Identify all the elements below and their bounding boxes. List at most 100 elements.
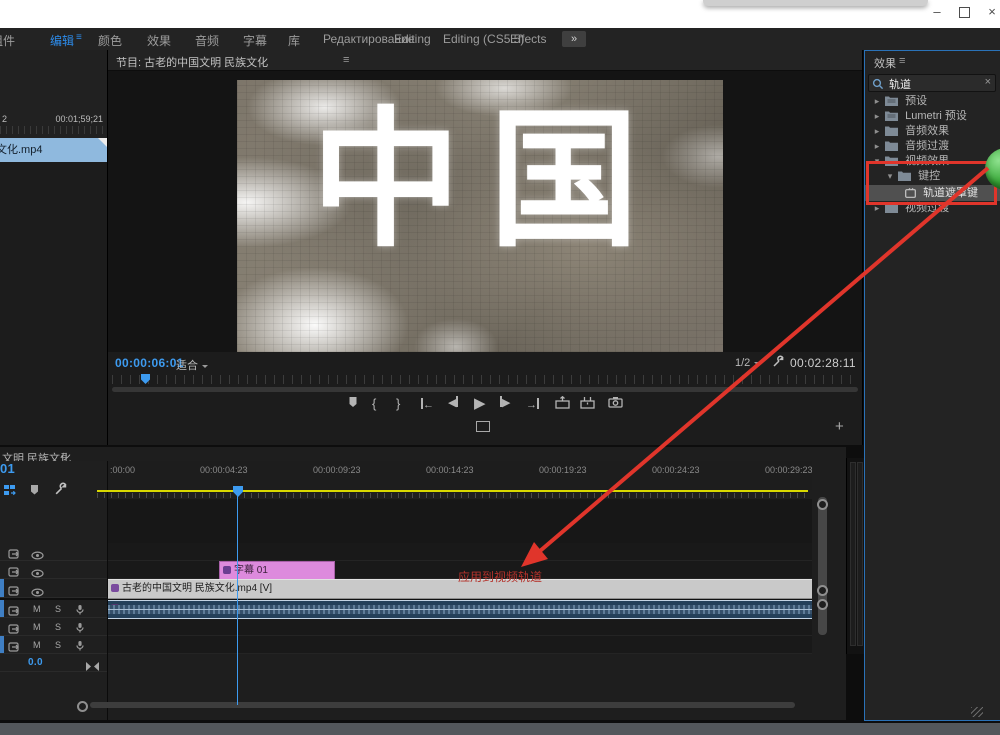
effects-tree-item-lumetri-presets[interactable]: ▸ Lumetri 预设 bbox=[865, 109, 1000, 124]
clear-search-icon[interactable]: × bbox=[985, 76, 991, 88]
hscroll-left-handle[interactable] bbox=[77, 701, 88, 712]
target-indicator-a1[interactable] bbox=[0, 600, 4, 617]
audio-master-level: 0.0 bbox=[28, 657, 43, 668]
close-button[interactable]: × bbox=[981, 3, 1000, 21]
step-forward-button[interactable]: ▶ bbox=[500, 396, 510, 409]
project-list-empty bbox=[0, 162, 107, 445]
chevron-down-icon bbox=[754, 362, 760, 368]
workspace-tab-editing-en[interactable]: Editing bbox=[394, 32, 431, 46]
add-button[interactable]: + bbox=[835, 418, 844, 435]
clip-audio-a1[interactable] bbox=[108, 600, 812, 619]
track-lane-a3[interactable] bbox=[108, 636, 812, 654]
minimize-button[interactable]: – bbox=[926, 3, 948, 21]
expander-icon[interactable]: ▸ bbox=[872, 94, 882, 109]
ruler-label: 00:00:24:23 bbox=[652, 465, 700, 475]
mark-out-button[interactable]: } bbox=[396, 396, 400, 411]
target-indicator-a3[interactable] bbox=[0, 636, 4, 653]
workspace-tab-effects[interactable]: 效果 bbox=[147, 32, 171, 49]
vertical-scrollbar[interactable] bbox=[818, 497, 827, 635]
ruler-label: 00:00:19:23 bbox=[539, 465, 587, 475]
workspace-tab-effects-en[interactable]: Effects bbox=[510, 32, 546, 46]
ruler-label: 00:00:04:23 bbox=[200, 465, 248, 475]
insert-overwrite-icon[interactable] bbox=[4, 483, 16, 495]
project-item-label: 文化.mp4 bbox=[0, 138, 42, 162]
audio-meters-panel bbox=[846, 458, 865, 654]
lift-button[interactable] bbox=[555, 396, 570, 412]
extract-button[interactable] bbox=[580, 396, 595, 412]
premiere-window: – × 组件 编辑 ≡ 颜色 效果 音频 字幕 库 Редактирование… bbox=[0, 0, 1000, 735]
highlight-rectangle bbox=[866, 161, 997, 205]
expander-icon[interactable]: ▸ bbox=[872, 139, 882, 154]
project-selected-item[interactable]: 文化.mp4 bbox=[0, 138, 107, 162]
clip-edge-handle[interactable] bbox=[817, 599, 828, 610]
effects-tree-item-audio-transitions[interactable]: ▸ 音频过渡 bbox=[865, 139, 1000, 154]
effects-panel: 效果 ≡ × ▸ 预设 ▸ Lumetri 预设 ▸ 音频效果 ▸ bbox=[864, 50, 1000, 721]
current-timecode[interactable]: 00:00:06:01 bbox=[115, 356, 184, 370]
export-frame-camera-icon[interactable] bbox=[608, 396, 623, 411]
effects-tree-item-audio-effects[interactable]: ▸ 音频效果 bbox=[865, 124, 1000, 139]
comparison-view-button[interactable] bbox=[476, 421, 490, 432]
panel-menu-icon[interactable]: ≡ bbox=[343, 54, 349, 66]
clip-edge-handle[interactable] bbox=[817, 585, 828, 596]
monitor-scrubber[interactable] bbox=[112, 375, 858, 384]
monitor-zoom-bar[interactable] bbox=[112, 387, 858, 392]
go-to-in-button[interactable]: ← bbox=[421, 396, 434, 411]
track-lane-a2[interactable] bbox=[108, 618, 812, 636]
work-area-bar[interactable] bbox=[97, 490, 808, 492]
solo-button[interactable]: S bbox=[55, 604, 61, 614]
track-lane-v3[interactable] bbox=[108, 543, 812, 561]
timeline-panel: 文明 民族文化 ≡ 01 :00:00 00:00:04:23 00:00:09… bbox=[0, 447, 846, 720]
target-indicator-v1[interactable] bbox=[0, 579, 4, 597]
lane-empty bbox=[108, 499, 812, 543]
expander-icon[interactable]: ▸ bbox=[872, 124, 882, 139]
source-patch-icon[interactable] bbox=[8, 583, 22, 601]
workspace-tab-editing-active[interactable]: 编辑 bbox=[50, 32, 74, 49]
go-to-out-button[interactable]: → bbox=[526, 396, 539, 411]
expander-icon[interactable]: ▸ bbox=[872, 109, 882, 124]
mark-in-button[interactable]: { bbox=[372, 396, 376, 411]
marker-icon[interactable] bbox=[29, 483, 40, 501]
effects-tree-item-presets[interactable]: ▸ 预设 bbox=[865, 94, 1000, 109]
program-monitor-header[interactable]: 节目: 古老的中国文明 民族文化 ≡ bbox=[108, 50, 862, 71]
effects-search-box[interactable]: × bbox=[868, 74, 996, 92]
window-titlebar: – × bbox=[0, 0, 1000, 29]
taskbar-strip bbox=[0, 723, 1000, 735]
mute-button[interactable]: M bbox=[33, 640, 41, 650]
mute-button[interactable]: M bbox=[33, 604, 41, 614]
fit-dropdown[interactable]: 适合 bbox=[176, 357, 208, 373]
workspace-tab-library[interactable]: 库 bbox=[288, 32, 300, 49]
chevron-down-icon bbox=[202, 365, 208, 371]
timeline-timecode[interactable]: 01 bbox=[0, 461, 15, 476]
add-marker-button[interactable] bbox=[347, 396, 359, 412]
settings-wrench-icon[interactable] bbox=[772, 355, 785, 373]
timeline-playhead-line[interactable] bbox=[237, 491, 238, 705]
meter-left bbox=[850, 462, 856, 646]
fit-sequence-icon[interactable] bbox=[86, 658, 99, 676]
clip-label: 古老的中国文明 民族文化.mp4 [V] bbox=[122, 583, 272, 594]
restore-button[interactable] bbox=[954, 3, 976, 21]
search-input[interactable] bbox=[887, 76, 979, 91]
workspace-tab-audio[interactable]: 音频 bbox=[195, 32, 219, 49]
solo-button[interactable]: S bbox=[55, 622, 61, 632]
mute-button[interactable]: M bbox=[33, 622, 41, 632]
annotation-text: 应用到视频轨道 bbox=[458, 568, 542, 585]
workspace-tab-color[interactable]: 颜色 bbox=[98, 32, 122, 49]
zoom-dropdown[interactable]: 1/2 bbox=[735, 357, 760, 369]
play-button[interactable]: ▶ bbox=[474, 394, 486, 412]
video-frame: 中国 bbox=[237, 80, 723, 352]
workspace-tab-components[interactable]: 组件 bbox=[0, 32, 15, 49]
solo-button[interactable]: S bbox=[55, 640, 61, 650]
workspace-overflow-button[interactable]: » bbox=[562, 31, 586, 47]
audio-midline bbox=[108, 609, 812, 610]
step-back-button[interactable]: ◀ bbox=[448, 396, 458, 409]
workspace-menu-icon[interactable]: ≡ bbox=[76, 32, 82, 43]
fx-badge-icon bbox=[223, 566, 231, 574]
timeline-ruler[interactable]: :00:00 00:00:04:23 00:00:09:23 00:00:14:… bbox=[108, 461, 812, 490]
vscroll-top-handle[interactable] bbox=[817, 499, 828, 510]
horizontal-scrollbar[interactable] bbox=[90, 702, 795, 708]
fx-badge-icon bbox=[111, 584, 119, 592]
workspace-tab-captions[interactable]: 字幕 bbox=[243, 32, 267, 49]
timeline-settings-wrench-icon[interactable] bbox=[54, 482, 68, 501]
panel-menu-icon[interactable]: ≡ bbox=[899, 55, 905, 67]
track-header-v3 bbox=[0, 543, 107, 561]
